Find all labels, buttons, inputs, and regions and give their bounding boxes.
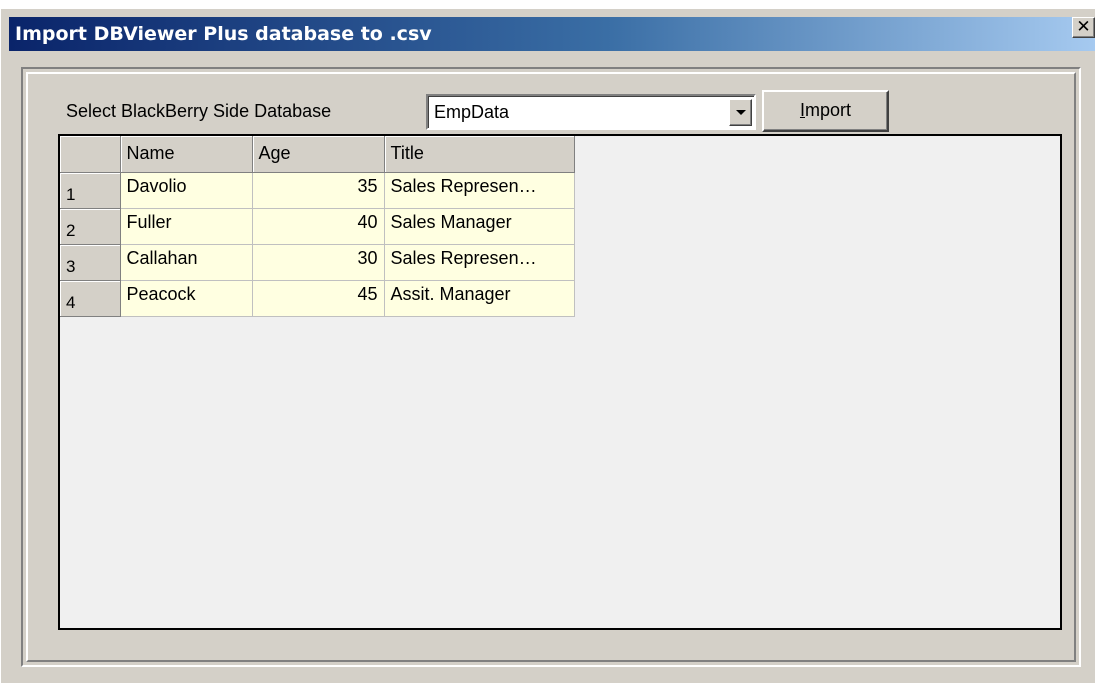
cell-age[interactable]: 30 bbox=[252, 244, 385, 281]
header-row: Name Age Title bbox=[60, 136, 575, 173]
import-button-label: Import bbox=[799, 100, 852, 120]
data-grid[interactable]: Name Age Title 1 Davolio 35 Sales Repres… bbox=[58, 134, 1062, 630]
close-icon: ✕ bbox=[1076, 17, 1091, 37]
cell-title[interactable]: Sales Represen… bbox=[384, 244, 575, 281]
data-table: Name Age Title 1 Davolio 35 Sales Repres… bbox=[60, 136, 575, 317]
cell-name[interactable]: Fuller bbox=[120, 208, 253, 245]
table-row: 4 Peacock 45 Assit. Manager bbox=[60, 280, 575, 317]
window-title: Import DBViewer Plus database to .csv bbox=[15, 23, 432, 45]
column-header-name[interactable]: Name bbox=[120, 136, 253, 173]
cell-age[interactable]: 45 bbox=[252, 280, 385, 317]
select-database-label: Select BlackBerry Side Database bbox=[66, 101, 332, 121]
corner-header[interactable] bbox=[60, 136, 121, 173]
column-header-age[interactable]: Age bbox=[252, 136, 385, 173]
title-bar[interactable]: Import DBViewer Plus database to .csv bbox=[9, 17, 1095, 51]
row-header[interactable]: 3 bbox=[60, 244, 121, 281]
cell-title[interactable]: Sales Manager bbox=[384, 208, 575, 245]
cell-age[interactable]: 35 bbox=[252, 172, 385, 209]
cell-name[interactable]: Davolio bbox=[120, 172, 253, 209]
database-select[interactable]: EmpData bbox=[426, 94, 756, 130]
database-select-value: EmpData bbox=[434, 102, 510, 122]
close-button[interactable]: ✕ bbox=[1072, 17, 1095, 38]
cell-title[interactable]: Assit. Manager bbox=[384, 280, 575, 317]
cell-age[interactable]: 40 bbox=[252, 208, 385, 245]
row-header[interactable]: 1 bbox=[60, 172, 121, 209]
import-button[interactable]: Import bbox=[762, 90, 889, 132]
table-row: 2 Fuller 40 Sales Manager bbox=[60, 208, 575, 245]
table-row: 3 Callahan 30 Sales Represen… bbox=[60, 244, 575, 281]
cell-title[interactable]: Sales Represen… bbox=[384, 172, 575, 209]
row-header[interactable]: 2 bbox=[60, 208, 121, 245]
chevron-down-icon[interactable] bbox=[729, 99, 752, 126]
row-header[interactable]: 4 bbox=[60, 280, 121, 317]
column-header-title[interactable]: Title bbox=[384, 136, 575, 173]
cell-name[interactable]: Peacock bbox=[120, 280, 253, 317]
table-row: 1 Davolio 35 Sales Represen… bbox=[60, 172, 575, 209]
cell-name[interactable]: Callahan bbox=[120, 244, 253, 281]
